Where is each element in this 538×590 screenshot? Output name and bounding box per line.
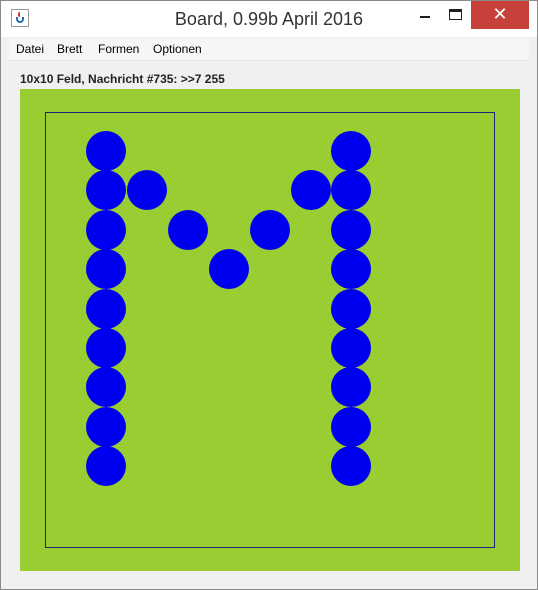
stone-1-8[interactable] [86, 406, 126, 447]
minimize-button[interactable] [406, 1, 444, 29]
stone-1-3[interactable] [86, 209, 126, 250]
menu-optionen[interactable]: Optionen [149, 38, 206, 60]
close-icon: ✕ [492, 4, 508, 25]
stone-1-4[interactable] [86, 249, 126, 290]
stone-1-1[interactable] [86, 131, 126, 171]
stone-3-3[interactable] [167, 209, 208, 250]
minimize-icon [420, 16, 430, 18]
title-bar[interactable]: Board, 0.99b April 2016 ✕ [1, 1, 537, 37]
stone-1-5[interactable] [86, 288, 126, 329]
stone-7-8[interactable] [331, 406, 372, 447]
stone-5-3[interactable] [249, 209, 290, 250]
menu-datei[interactable]: Datei [12, 38, 48, 60]
stone-1-9[interactable] [86, 446, 126, 487]
menu-bar: Datei Brett Formen Optionen [9, 38, 529, 61]
menu-brett[interactable]: Brett [53, 38, 86, 60]
close-button[interactable]: ✕ [471, 1, 529, 29]
app-window: Board, 0.99b April 2016 ✕ Datei Brett Fo… [0, 0, 538, 590]
menu-formen[interactable]: Formen [94, 38, 143, 60]
maximize-button[interactable] [441, 1, 471, 29]
stone-6-2[interactable] [290, 170, 331, 211]
stone-1-6[interactable] [86, 328, 126, 368]
stone-7-5[interactable] [331, 288, 372, 329]
game-board[interactable] [20, 89, 520, 571]
stone-7-3[interactable] [331, 209, 372, 250]
status-message: 10x10 Feld, Nachricht #735: >>7 255 [20, 72, 225, 86]
stone-4-4[interactable] [208, 249, 249, 290]
maximize-icon [449, 9, 462, 20]
